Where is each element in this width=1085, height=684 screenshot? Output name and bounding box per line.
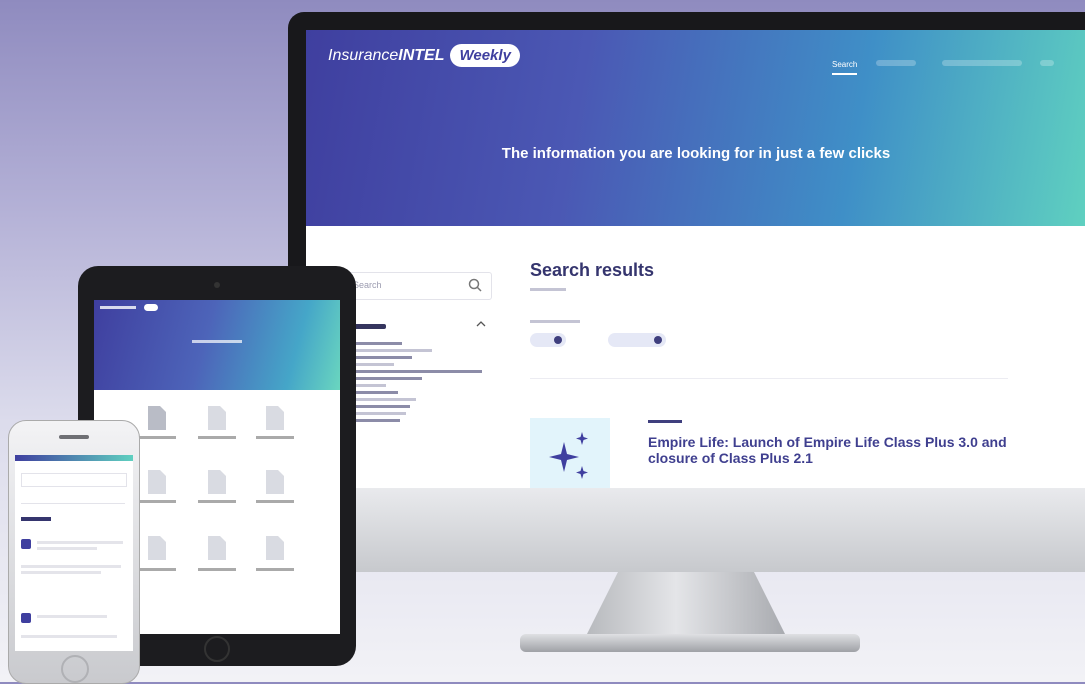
brand-prefix: Insurance <box>328 47 399 64</box>
card-thumbnail[interactable] <box>530 418 610 488</box>
search-placeholder: Search <box>353 280 382 290</box>
card-title[interactable]: Empire Life: Launch of Empire Life Class… <box>648 434 1008 466</box>
phone-article-line <box>21 635 117 638</box>
phone-search-input[interactable] <box>21 473 127 487</box>
selected-filters-label <box>530 320 580 323</box>
document-label <box>198 568 236 571</box>
hero-title: The information you are looking for in j… <box>501 145 891 162</box>
phone-article-line <box>37 615 107 618</box>
phone-screen <box>15 455 133 651</box>
desktop-screen: InsuranceINTEL Weekly Search The informat… <box>306 30 1085 488</box>
hero-banner: InsuranceINTEL Weekly Search The informat… <box>306 30 1085 226</box>
close-icon[interactable] <box>554 336 562 344</box>
phone-article-line <box>21 571 101 574</box>
search-input[interactable]: Search <box>342 272 492 300</box>
divider <box>530 378 1008 379</box>
sparkle-icon <box>549 432 588 479</box>
nav-search[interactable]: Search <box>832 60 858 75</box>
phone-article-thumb[interactable] <box>21 539 31 549</box>
document-icon[interactable] <box>206 404 228 432</box>
nav-item-4[interactable] <box>1040 60 1054 66</box>
monitor-stand-neck <box>586 572 786 636</box>
document-icon[interactable] <box>264 468 286 496</box>
filter-list <box>342 338 492 426</box>
phone-section-title <box>21 517 51 521</box>
document-icon[interactable] <box>146 534 168 562</box>
brand-bold: INTEL <box>398 47 445 64</box>
close-icon[interactable] <box>654 336 662 344</box>
desktop-monitor: InsuranceINTEL Weekly Search The informat… <box>288 12 1085 572</box>
tablet-brand <box>100 306 136 309</box>
search-icon[interactable] <box>467 277 483 293</box>
document-icon[interactable] <box>264 404 286 432</box>
brand-weekly-badge: Weekly <box>450 44 520 67</box>
document-icon[interactable] <box>264 534 286 562</box>
document-label <box>198 436 236 439</box>
brand-logo[interactable]: InsuranceINTEL Weekly <box>328 44 520 67</box>
document-label <box>138 436 176 439</box>
nav-item-2[interactable] <box>876 60 916 66</box>
document-label <box>138 568 176 571</box>
results-count <box>530 288 566 291</box>
results-title: Search results <box>530 260 655 280</box>
filter-item[interactable] <box>342 370 482 373</box>
document-label <box>256 568 294 571</box>
filter-chip[interactable] <box>530 333 566 347</box>
chevron-up-icon[interactable] <box>476 320 486 328</box>
phone-article-line <box>21 565 121 568</box>
phone-filter-select[interactable] <box>21 495 125 504</box>
document-icon[interactable] <box>206 534 228 562</box>
tablet-brand-badge <box>144 304 158 311</box>
tablet-hero <box>94 300 340 390</box>
tablet-camera <box>214 282 220 288</box>
phone-home-button[interactable] <box>61 655 89 683</box>
phone-header <box>15 455 133 461</box>
phone-article-line <box>37 541 123 544</box>
document-label <box>256 500 294 503</box>
document-label <box>198 500 236 503</box>
phone-article-thumb[interactable] <box>21 613 31 623</box>
phone-device <box>8 420 140 684</box>
tablet-hero-title <box>192 340 242 343</box>
nav-item-3[interactable] <box>942 60 1022 66</box>
document-label <box>138 500 176 503</box>
document-icon[interactable] <box>146 404 168 432</box>
document-label <box>256 436 294 439</box>
filter-chip[interactable] <box>608 333 666 347</box>
monitor-chin <box>288 488 1085 572</box>
phone-speaker <box>59 435 89 439</box>
document-icon[interactable] <box>206 468 228 496</box>
monitor-stand-base <box>520 634 860 652</box>
tablet-home-button[interactable] <box>204 636 230 662</box>
card-category-bar <box>648 420 682 423</box>
phone-article-line <box>37 547 97 550</box>
document-icon[interactable] <box>146 468 168 496</box>
